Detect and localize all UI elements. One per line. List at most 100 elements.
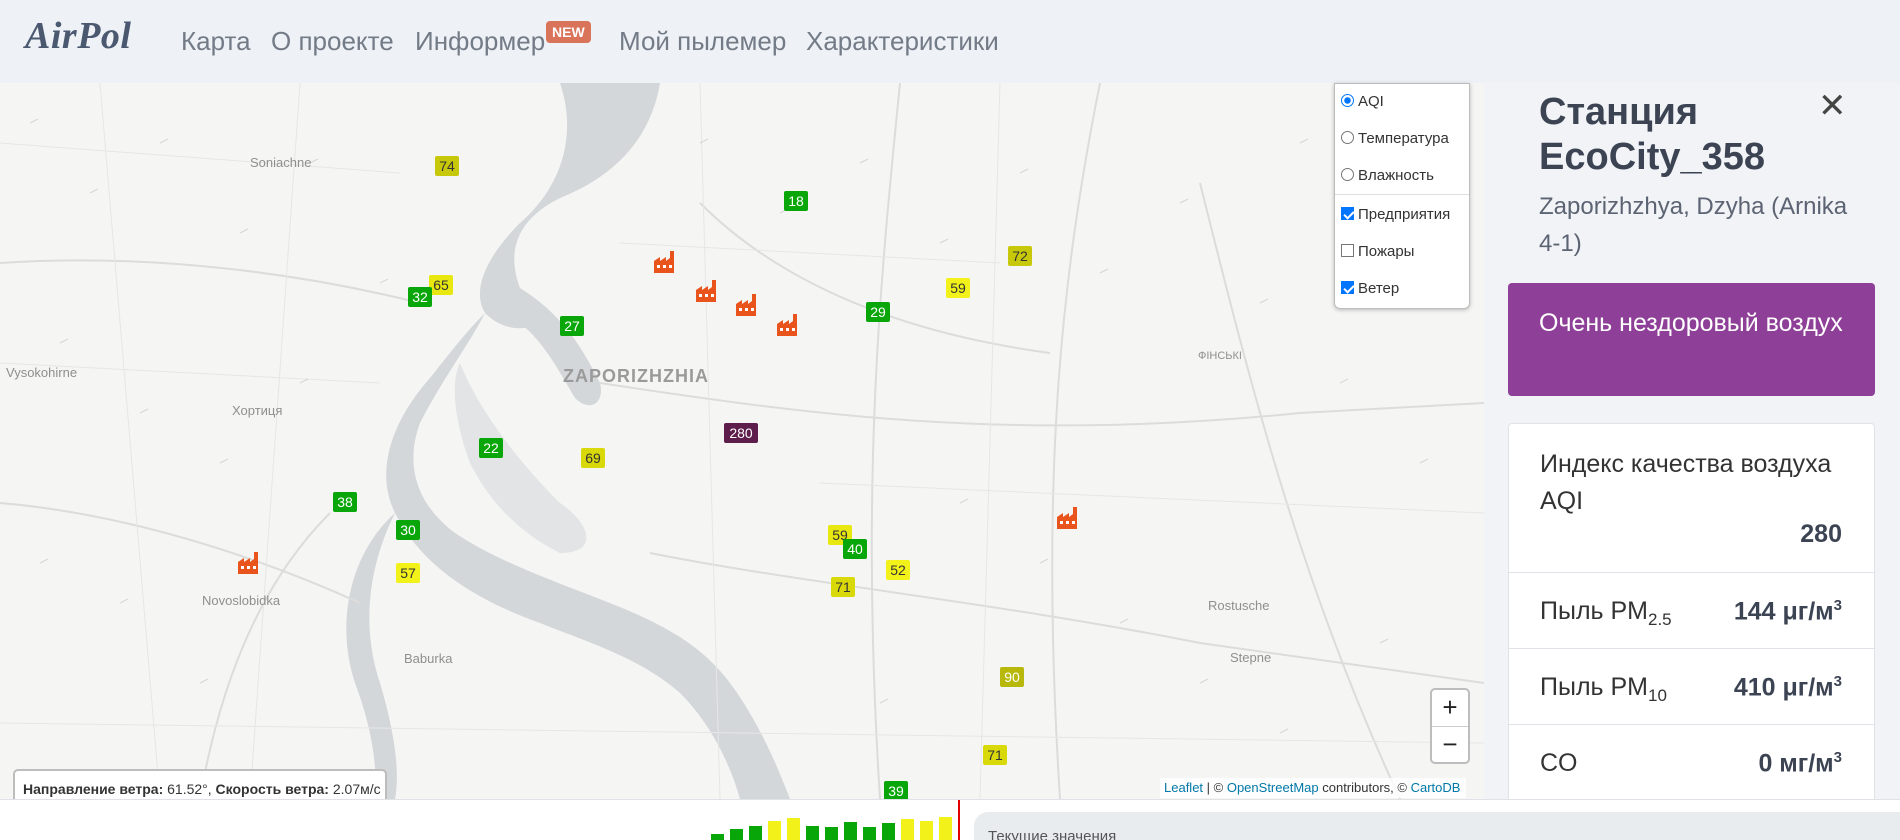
wind-speed-label: Скорость ветра: [215,781,329,797]
cartodb-link[interactable]: CartoDB [1411,780,1461,795]
timeline-bar[interactable] [749,826,762,840]
timeline-bar[interactable] [787,818,800,840]
factory-icon[interactable] [236,552,262,576]
aqi-marker[interactable]: 90 [1000,667,1024,687]
history-timeline[interactable]: Текущие значения [0,799,1900,840]
wind-checkbox[interactable] [1341,281,1354,294]
layer-label-temperature: Температура [1358,130,1449,147]
place-label-khortytsia: Хортиця [232,403,283,418]
measurement-row: CO 0 мг/м3 [1509,724,1874,800]
zoom-out-button[interactable]: − [1432,727,1468,763]
leaflet-link[interactable]: Leaflet [1164,780,1203,795]
layer-enterprises[interactable]: Предприятия [1341,206,1450,223]
timeline-bar[interactable] [730,829,743,840]
nav-link-map[interactable]: Карта [181,26,251,57]
measurement-row: Пыль PM10 410 μг/м3 [1509,648,1874,724]
aqi-marker[interactable]: 71 [831,577,855,597]
measurement-value: 410 μг/м3 [1733,673,1842,702]
aqi-value: 280 [1800,520,1842,548]
factory-icon[interactable] [734,294,760,318]
factory-icon[interactable] [775,314,801,338]
layer-aqi[interactable]: AQI [1341,93,1384,110]
measurement-value: 144 μг/м3 [1733,597,1842,626]
aqi-marker[interactable]: 29 [866,302,890,322]
enterprises-checkbox[interactable] [1341,207,1354,220]
place-label-vysokohirne: Vysokohirne [6,365,78,380]
place-label-stepne: Stepne [1230,650,1272,665]
aqi-marker[interactable]: 52 [886,560,910,580]
layers-divider [1335,194,1469,195]
aqi-marker[interactable]: 280 [724,423,758,443]
aqi-marker[interactable]: 71 [983,745,1007,765]
fires-checkbox[interactable] [1341,244,1354,257]
place-label-soniachne: Soniachne [250,155,312,170]
layer-fires[interactable]: Пожары [1341,243,1414,260]
place-label-baburka: Baburka [404,651,453,666]
map[interactable]: ZAPORIZHZHIA Soniachne Vysokohirne Хорти… [0,83,1484,799]
factory-icon[interactable] [694,276,720,308]
layer-label-humidity: Влажность [1358,167,1434,184]
aqi-marker[interactable]: 39 [884,781,908,799]
layer-label-fires: Пожары [1358,243,1415,260]
wind-speed-value: 2.07м/с [332,781,381,797]
aqi-marker[interactable]: 30 [396,520,420,540]
aqi-marker[interactable]: 72 [1008,246,1032,266]
logo[interactable]: AirPol [25,14,131,58]
current-values-panel: Текущие значения [974,812,1900,840]
aqi-marker[interactable]: 65 [429,275,453,295]
aqi-marker[interactable]: 57 [396,563,420,583]
station-location: Zaporizhzhya, Dzyha (Arnika 4-1) [1539,193,1848,257]
aqi-marker[interactable]: 27 [560,316,584,336]
timeline-bar[interactable] [711,834,724,840]
timeline-bar[interactable] [825,827,838,840]
aqi-marker[interactable]: 69 [581,448,605,468]
timeline-bar[interactable] [844,822,857,840]
timeline-bar[interactable] [768,821,781,840]
timeline-bar[interactable] [863,827,876,840]
nav-link-about[interactable]: О проекте [271,26,394,57]
nav-link-informer[interactable]: Информер [415,26,545,57]
nav-link-my-dust-meter[interactable]: Мой пылемер [619,26,786,57]
wind-info-box: Направление ветра: 61.52°, Скорость ветр… [13,769,387,799]
factory-icon[interactable] [652,251,678,275]
attribution-separator: | © [1203,780,1227,795]
aqi-radio[interactable] [1341,94,1354,107]
air-quality-status: Очень нездоровый воздух [1508,283,1875,396]
place-label-rostusche: Rostusche [1208,598,1270,613]
nav-link-specs[interactable]: Характеристики [806,26,999,57]
place-label-zaporizhzhia: ZAPORIZHZHIA [563,366,709,386]
aqi-marker[interactable]: 22 [479,438,503,458]
measurement-label: Пыль PM2.5 [1540,597,1672,629]
timeline-bar[interactable] [806,826,819,840]
aqi-marker[interactable]: 18 [784,191,808,211]
timeline-bar[interactable] [939,817,952,840]
aqi-marker[interactable]: 40 [843,539,867,559]
current-values-label: Текущие значения [988,828,1117,840]
layer-temperature[interactable]: Температура [1341,130,1449,147]
humidity-radio[interactable] [1341,168,1354,181]
layers-control: AQI Температура Влажность Предприятия По… [1334,83,1470,309]
map-attribution: Leaflet | © OpenStreetMap contributors, … [1160,778,1467,798]
aqi-marker[interactable]: 59 [946,278,970,298]
navbar: AirPol Карта О проекте Информер NEW Мой … [0,0,1900,83]
place-label-finski: ФІНСЬКІ [1198,350,1242,362]
timeline-cursor[interactable] [958,800,960,840]
measurements-card: Индекс качества воздуха AQI 280 Пыль PM2… [1508,423,1875,803]
aqi-marker[interactable]: 38 [333,492,357,512]
timeline-bar[interactable] [882,823,895,840]
factory-icon[interactable] [1055,507,1081,531]
timeline-bar[interactable] [901,819,914,840]
measurement-row: Пыль PM2.5 144 μг/м3 [1509,572,1874,648]
aqi-marker[interactable]: 74 [435,156,459,176]
openstreetmap-link[interactable]: OpenStreetMap [1227,780,1319,795]
wind-direction-label: Направление ветра: [23,781,164,797]
temperature-radio[interactable] [1341,131,1354,144]
layer-wind[interactable]: Ветер [1341,280,1399,297]
zoom-in-button[interactable]: + [1432,690,1468,726]
aqi-marker[interactable]: 32 [408,287,432,307]
layer-humidity[interactable]: Влажность [1341,167,1434,184]
place-label-novoslobidka: Novoslobidka [202,593,281,608]
measurement-label: Пыль PM10 [1540,673,1667,705]
timeline-bar[interactable] [920,821,933,840]
station-title: Станция EcoCity_358 [1539,91,1766,178]
